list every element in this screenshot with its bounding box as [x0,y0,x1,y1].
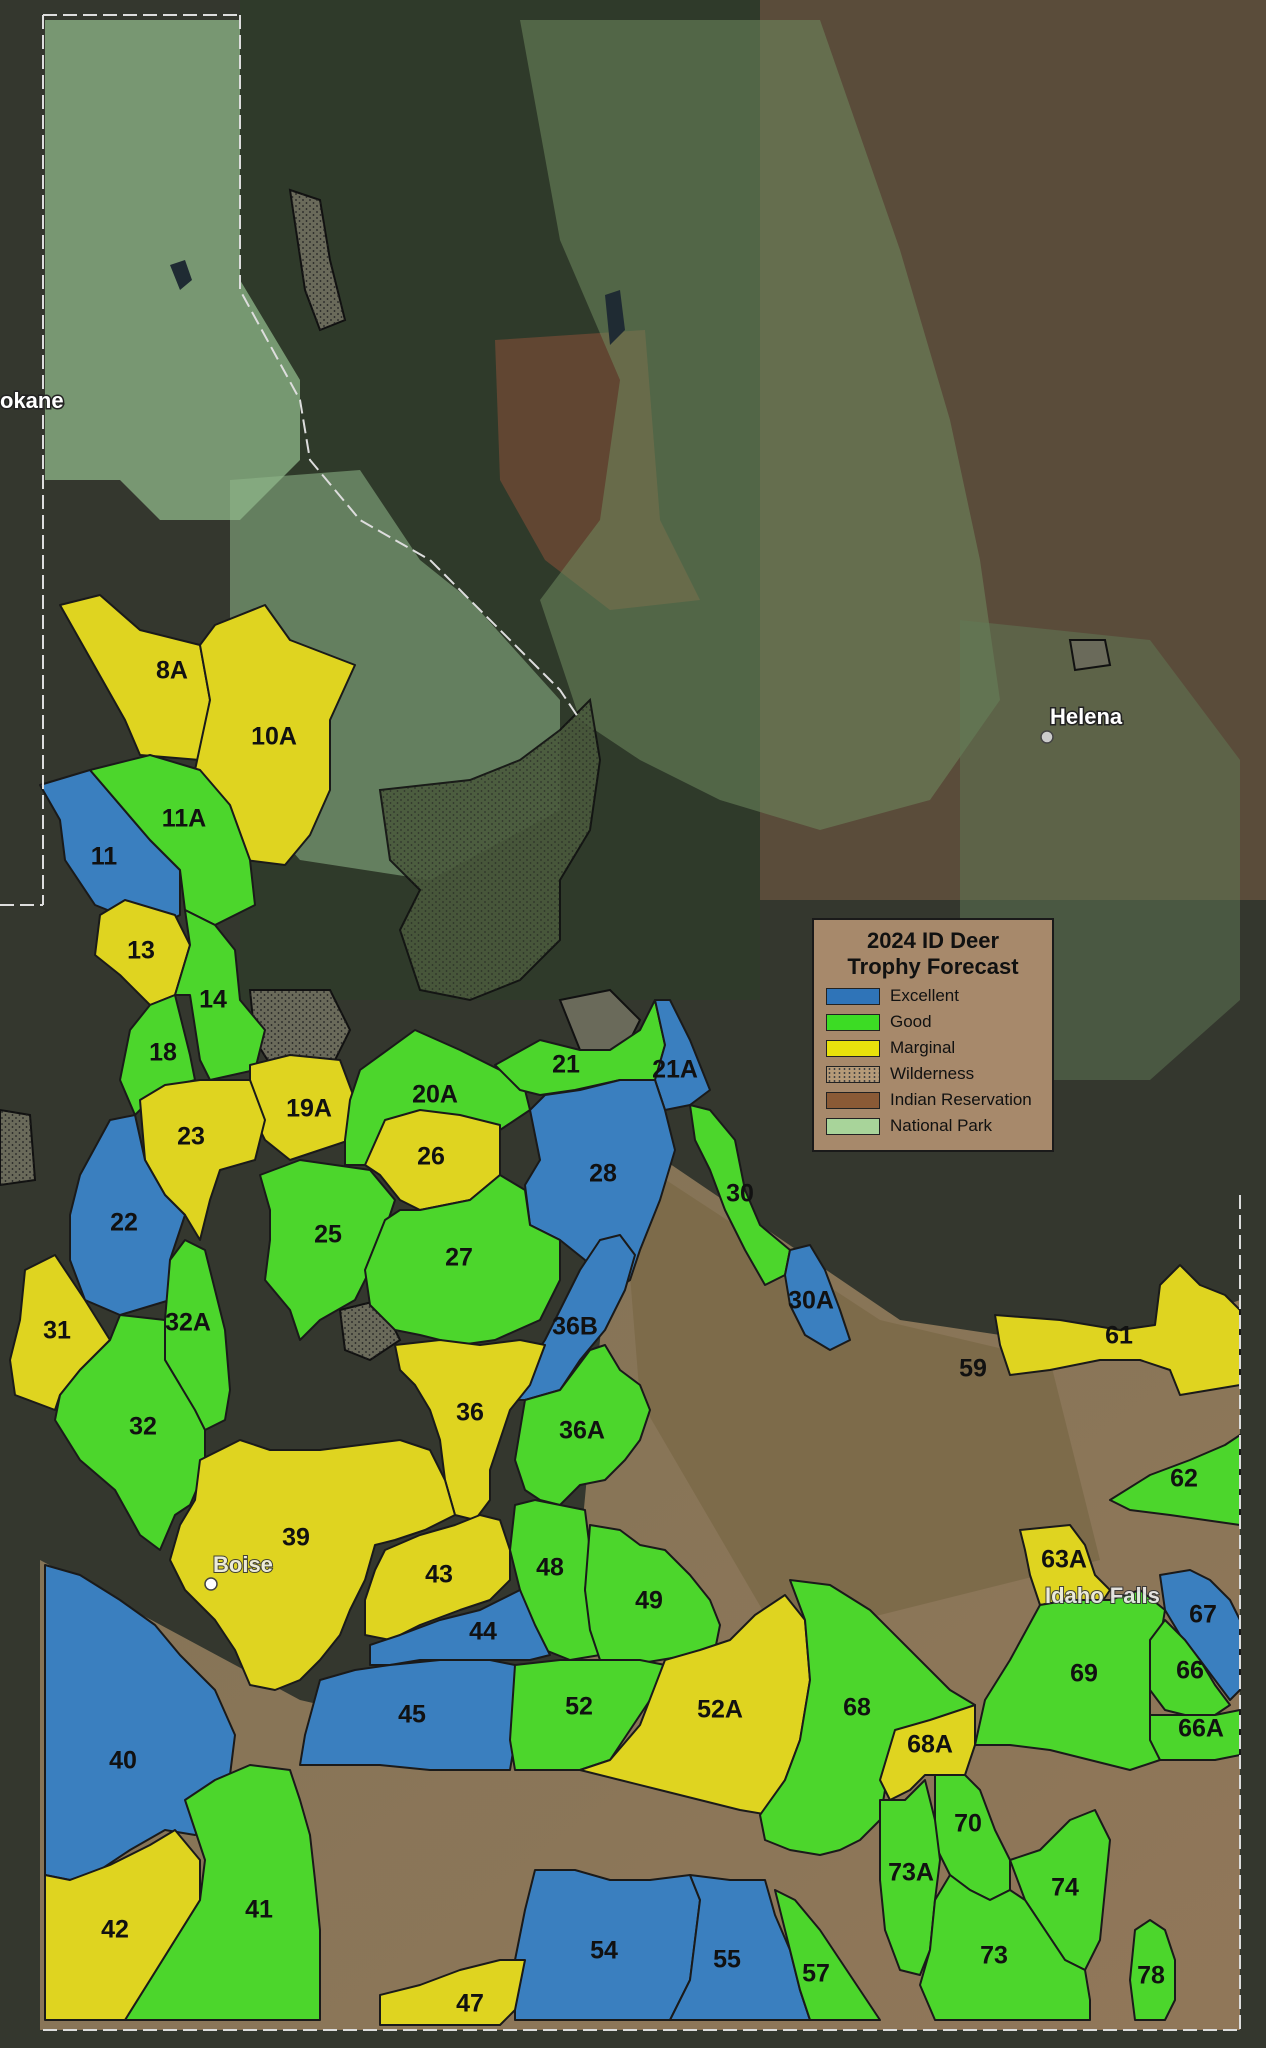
legend-swatch-indian-reservation [826,1091,880,1109]
legend-swatch-excellent [826,987,880,1005]
unit-label-14: 14 [199,986,227,1014]
unit-label-32A: 32A [165,1309,211,1337]
legend-label-good: Good [890,1012,932,1031]
legend-item-excellent: Excellent [826,986,1040,1006]
unit-label-63A: 63A [1041,1546,1087,1574]
unit-label-66A: 66A [1178,1715,1224,1743]
legend-label-excellent: Excellent [890,986,959,1005]
unit-label-59: 59 [959,1355,987,1383]
legend-swatch-national-park [826,1117,880,1135]
unit-label-32: 32 [129,1413,157,1441]
legend-title-line1: 2024 ID Deer [866,928,1000,953]
map-legend: 2024 ID Deer Trophy Forecast Excellent G… [812,918,1054,1152]
city-marker-helena [1040,730,1054,744]
legend-swatch-good [826,1013,880,1031]
legend-swatch-marginal [826,1039,880,1057]
unit-label-28: 28 [589,1160,617,1188]
unit-label-39: 39 [282,1524,310,1552]
map-svg[interactable]: 8A 10A 11A 11 13 14 18 19A 20A 21 21A 23… [0,0,1266,2048]
city-marker-boise [204,1577,218,1591]
legend-label-marginal: Marginal [890,1038,956,1057]
legend-item-marginal: Marginal [826,1038,1040,1058]
unit-label-74: 74 [1051,1874,1079,1902]
unit-label-44: 44 [469,1618,497,1646]
legend-label-national-park: National Park [890,1116,993,1135]
unit-label-40: 40 [109,1747,137,1775]
map-canvas[interactable]: 8A 10A 11A 11 13 14 18 19A 20A 21 21A 23… [0,0,1266,2048]
unit-label-36A: 36A [559,1417,605,1445]
unit-label-69: 69 [1070,1660,1098,1688]
unit-label-42: 42 [101,1916,129,1944]
unit-label-23: 23 [177,1123,205,1151]
unit-label-73: 73 [980,1942,1008,1970]
wilderness-west-hatch [0,1110,35,1185]
unit-label-20A: 20A [412,1081,458,1109]
unit-label-43: 43 [425,1561,453,1589]
unit-label-54: 54 [590,1937,618,1965]
unit-label-45: 45 [398,1701,426,1729]
unit-label-18: 18 [149,1039,177,1067]
wilderness-montana-small [1068,639,1112,672]
legend-item-good: Good [826,1012,1040,1032]
city-label-spokane: okane [0,388,64,413]
unit-label-67: 67 [1189,1601,1217,1629]
unit-label-11A: 11A [162,805,206,833]
unit-label-8A: 8A [156,657,188,685]
legend-label-wilderness: Wilderness [890,1064,975,1083]
unit-label-30A: 30A [788,1287,834,1315]
unit-label-21: 21 [552,1051,580,1079]
city-label-boise: Boise [213,1552,273,1577]
unit-label-73A: 73A [888,1859,934,1887]
unit-label-41: 41 [245,1896,273,1924]
unit-label-26: 26 [417,1143,445,1171]
legend-title-line2: Trophy Forecast [847,954,1019,979]
unit-label-68A: 68A [907,1731,953,1759]
city-label-idaho-falls: Idaho Falls [1045,1583,1160,1608]
unit-label-52: 52 [565,1693,593,1721]
city-label-helena: Helena [1050,704,1123,729]
unit-label-27: 27 [445,1244,473,1272]
unit-label-57: 57 [802,1960,830,1988]
unit-label-36B: 36B [552,1313,598,1341]
unit-label-25: 25 [314,1221,342,1249]
legend-item-national-park: National Park [826,1116,1040,1136]
unit-label-49: 49 [635,1587,663,1615]
unit-label-10A: 10A [251,723,297,751]
unit-label-22: 22 [110,1209,138,1237]
unit-label-62: 62 [1170,1465,1198,1493]
unit-label-19A: 19A [286,1095,332,1123]
unit-label-52A: 52A [697,1696,743,1724]
unit-label-30: 30 [726,1180,754,1208]
unit-label-70: 70 [954,1810,982,1838]
unit-label-31: 31 [43,1317,71,1345]
unit-label-68: 68 [843,1694,871,1722]
legend-label-indian-reservation: Indian Reservation [890,1090,1032,1109]
unit-label-66: 66 [1176,1657,1204,1685]
legend-item-indian-reservation: Indian Reservation [826,1090,1040,1110]
legend-item-wilderness: Wilderness [826,1064,1040,1084]
unit-label-55: 55 [713,1946,741,1974]
legend-swatch-wilderness [826,1065,880,1083]
unit-label-47: 47 [456,1990,484,2018]
unit-label-48: 48 [536,1554,564,1582]
unit-label-21A: 21A [652,1056,698,1084]
unit-label-36: 36 [456,1399,484,1427]
unit-label-78: 78 [1137,1962,1165,1990]
unit-label-13: 13 [127,937,155,965]
unit-label-61: 61 [1105,1322,1133,1350]
unit-label-11: 11 [91,843,118,871]
